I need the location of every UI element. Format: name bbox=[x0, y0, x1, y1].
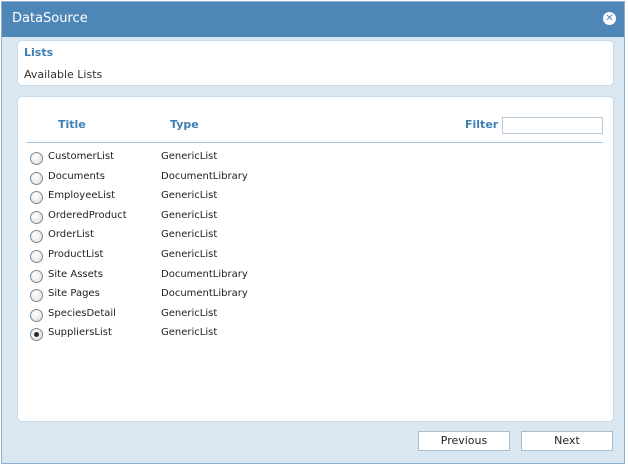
row-title: SpeciesDetail bbox=[48, 307, 116, 319]
table-row[interactable]: OrderedProduct GenericList bbox=[30, 209, 610, 227]
row-title: CustomerList bbox=[48, 151, 115, 162]
table-row[interactable]: Site Assets DocumentLibrary bbox=[30, 268, 610, 286]
row-title: ProductList bbox=[48, 249, 104, 260]
filter-label: Filter bbox=[465, 118, 499, 131]
table-row[interactable]: ProductList GenericList bbox=[30, 248, 610, 266]
column-header-type[interactable]: Type bbox=[170, 118, 199, 131]
row-type: DocumentLibrary bbox=[161, 170, 248, 182]
filter-input[interactable] bbox=[502, 117, 603, 134]
row-title: EmployeeList bbox=[48, 190, 116, 202]
header-divider bbox=[26, 142, 603, 143]
radio-icon[interactable] bbox=[30, 308, 43, 322]
radio-icon[interactable] bbox=[30, 250, 43, 263]
row-title: Site Assets bbox=[48, 268, 103, 280]
radio-selected-icon[interactable] bbox=[30, 328, 43, 342]
table-row[interactable]: OrderList GenericList bbox=[30, 228, 610, 246]
radio-icon[interactable] bbox=[30, 210, 43, 224]
row-type: GenericList bbox=[161, 151, 218, 162]
radio-icon[interactable] bbox=[30, 269, 43, 283]
dialog-title: DataSource bbox=[12, 11, 88, 26]
row-title: SuppliersList bbox=[48, 327, 112, 339]
radio-dot-icon bbox=[34, 332, 39, 338]
table-row[interactable]: Site Pages DocumentLibrary bbox=[30, 287, 610, 305]
column-header-title[interactable]: Title bbox=[58, 118, 86, 131]
radio-icon[interactable] bbox=[30, 230, 43, 244]
table-row[interactable]: CustomerList GenericList bbox=[30, 150, 610, 168]
table-row[interactable]: EmployeeList GenericList bbox=[30, 189, 610, 207]
datasource-dialog: DataSource ✕ Lists Available Lists Title… bbox=[1, 1, 625, 464]
radio-icon[interactable] bbox=[30, 152, 43, 165]
title-bar: DataSource ✕ bbox=[2, 2, 624, 37]
previous-button[interactable]: Previous bbox=[418, 431, 510, 451]
table-row[interactable]: Documents DocumentLibrary bbox=[30, 170, 610, 188]
row-type: GenericList bbox=[161, 249, 218, 260]
radio-icon[interactable] bbox=[30, 289, 43, 303]
row-title: OrderedProduct bbox=[48, 209, 127, 221]
lists-panel: Lists Available Lists bbox=[17, 40, 614, 86]
lists-table-panel: Title Type Filter CustomerList GenericLis… bbox=[17, 96, 614, 422]
row-title: Site Pages bbox=[48, 288, 100, 300]
row-type: DocumentLibrary bbox=[161, 268, 248, 280]
row-type: GenericList bbox=[161, 327, 218, 339]
row-type: GenericList bbox=[161, 190, 218, 202]
row-title: OrderList bbox=[48, 229, 94, 241]
table-row[interactable]: SpeciesDetail GenericList bbox=[30, 307, 610, 325]
row-type: GenericList bbox=[161, 209, 218, 221]
lists-heading: Lists bbox=[24, 46, 54, 59]
next-button[interactable]: Next bbox=[521, 431, 613, 451]
radio-icon[interactable] bbox=[30, 171, 43, 185]
table-row[interactable]: SuppliersList GenericList bbox=[30, 326, 610, 344]
row-title: Documents bbox=[48, 170, 106, 182]
lists-subtitle: Available Lists bbox=[24, 68, 103, 81]
row-type: GenericList bbox=[161, 307, 218, 319]
radio-icon[interactable] bbox=[30, 191, 43, 205]
row-type: GenericList bbox=[161, 229, 218, 241]
row-type: DocumentLibrary bbox=[161, 288, 248, 300]
close-icon[interactable]: ✕ bbox=[603, 12, 616, 25]
